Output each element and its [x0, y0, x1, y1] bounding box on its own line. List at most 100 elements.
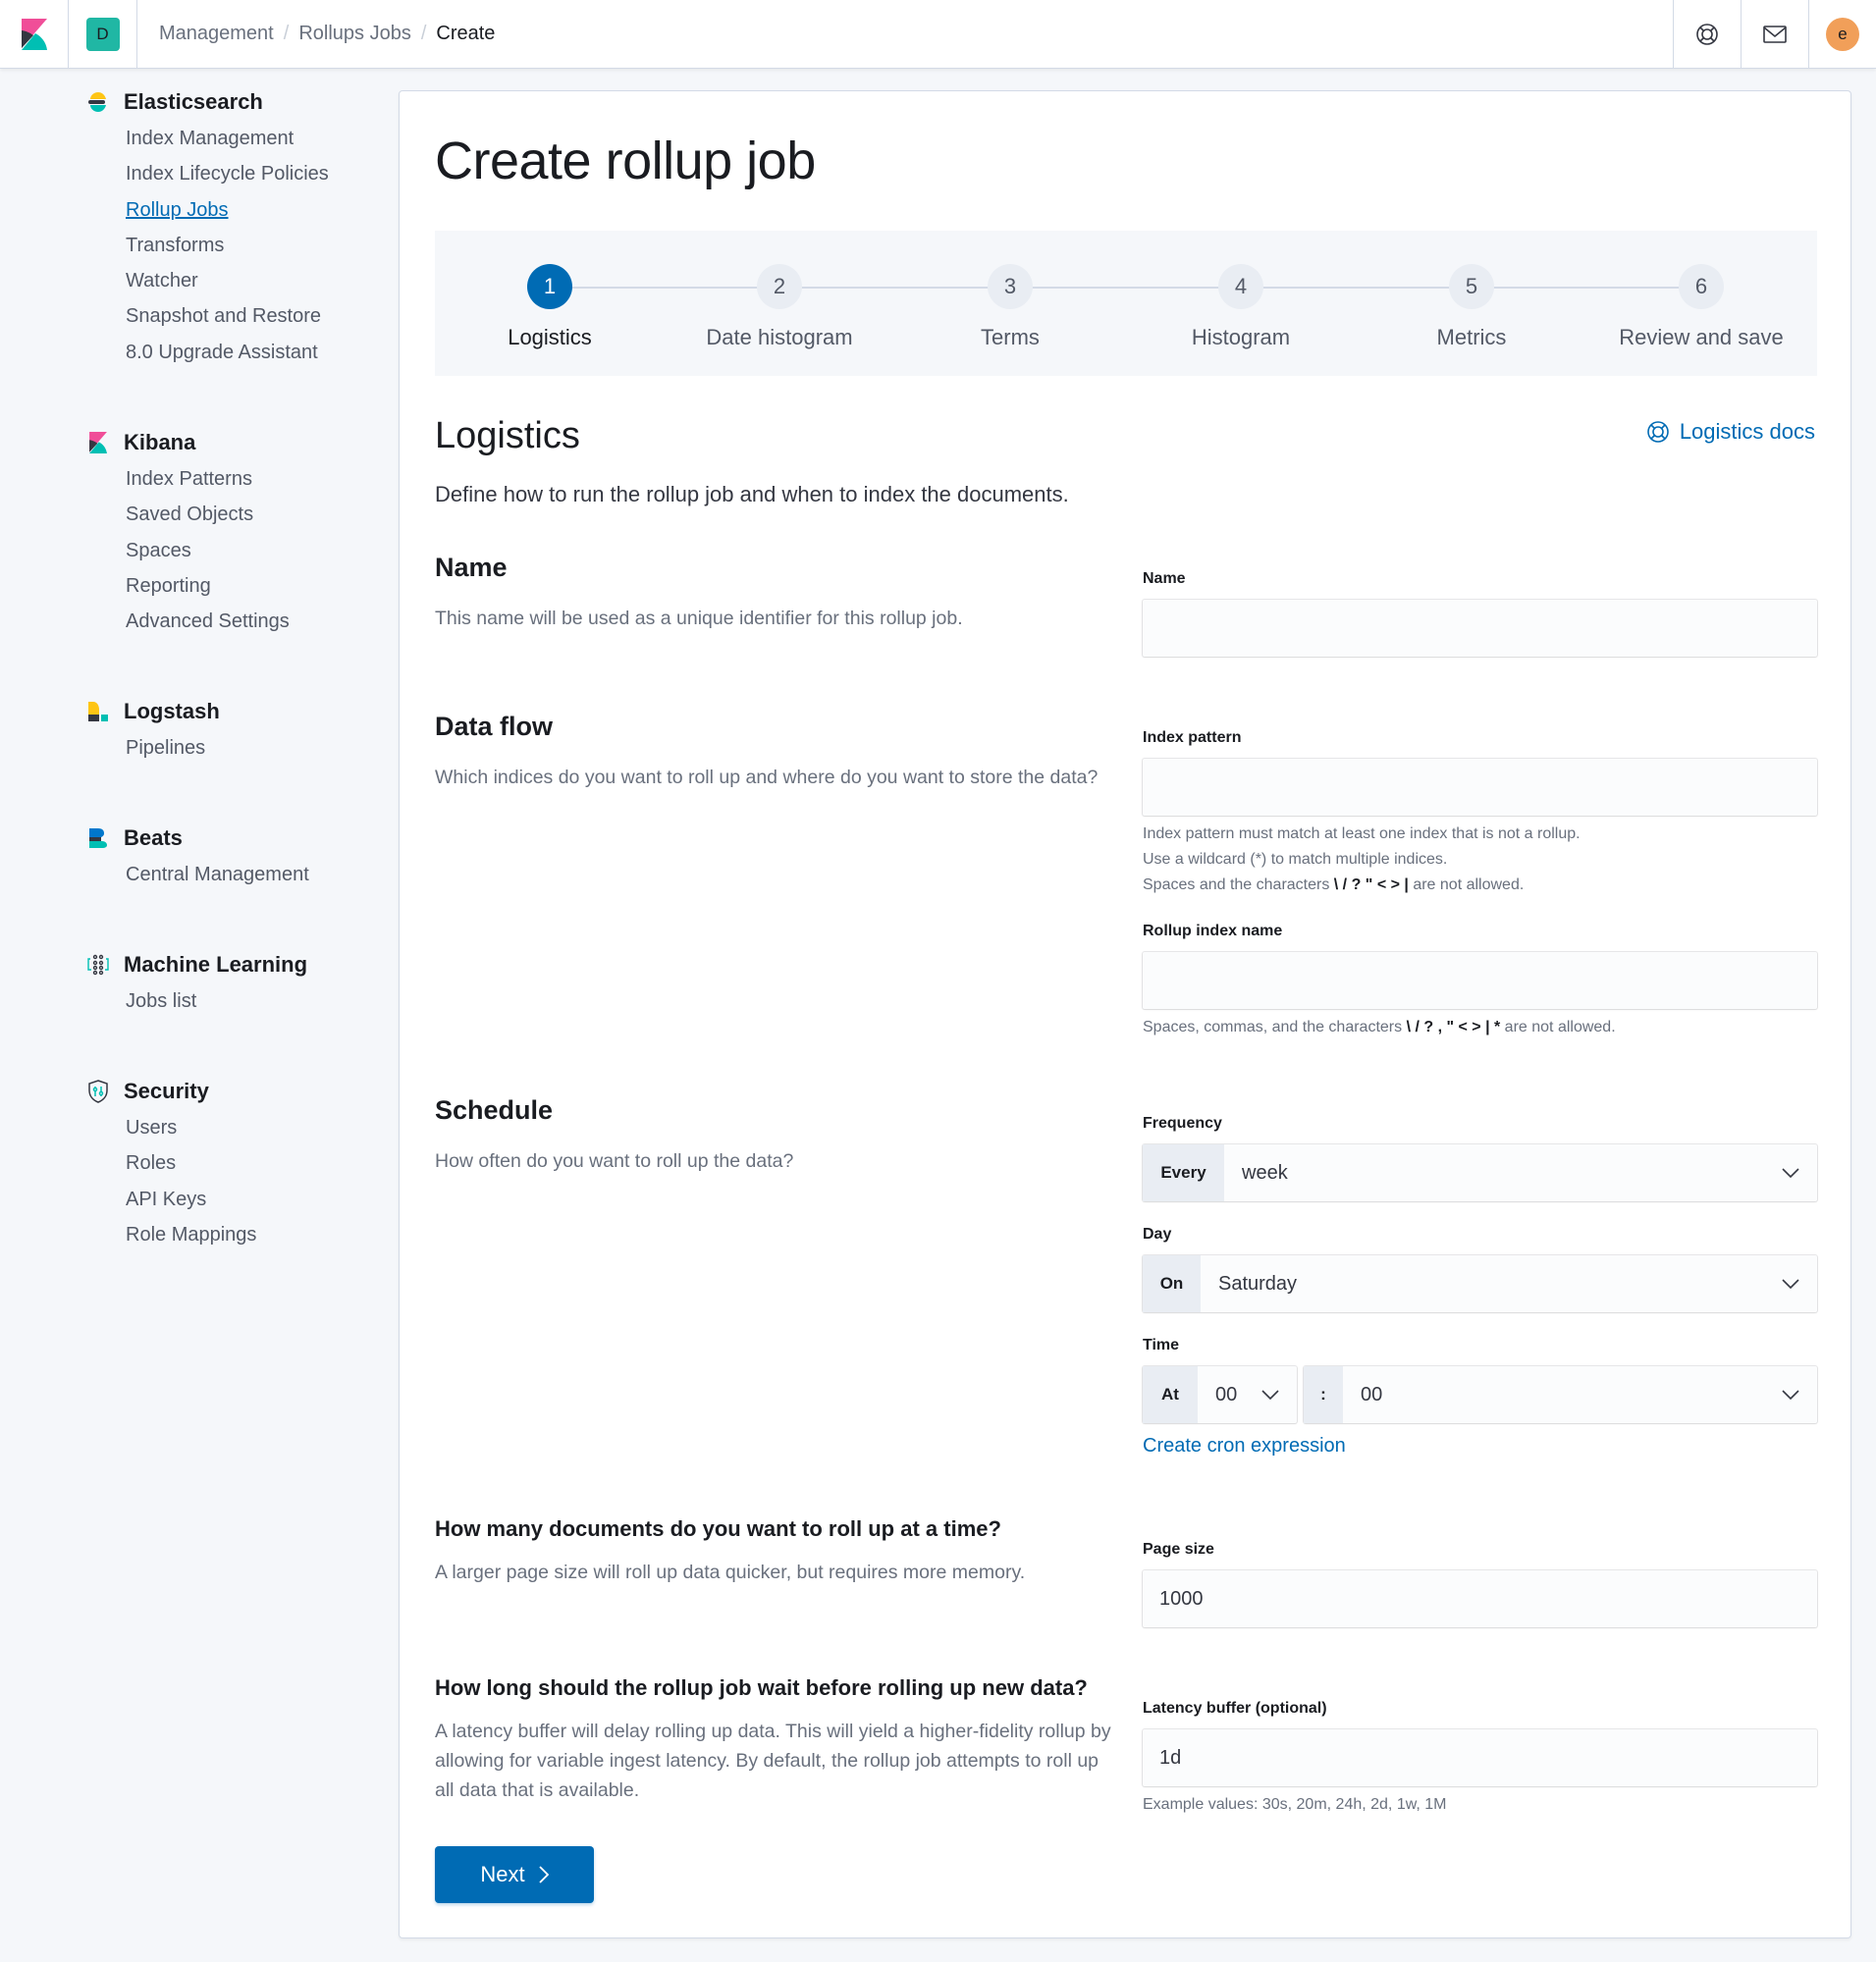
step-number: 5 — [1449, 264, 1494, 309]
nav-group-title: Beats — [124, 825, 183, 850]
security-shield-icon — [86, 1080, 110, 1103]
sidebar-item-central-management[interactable]: Central Management — [126, 857, 309, 892]
nav-group-elasticsearch: Elasticsearch Index Management Index Lif… — [88, 87, 329, 370]
page-size-title: How many documents do you want to roll u… — [435, 1516, 1001, 1541]
sidebar-item-spaces[interactable]: Spaces — [126, 533, 290, 568]
sidebar-item-transforms[interactable]: Transforms — [126, 228, 329, 263]
schedule-description: How often do you want to roll up the dat… — [435, 1150, 794, 1172]
nav-group-title: Security — [124, 1079, 209, 1103]
chevron-down-icon — [1261, 1390, 1279, 1400]
day-select[interactable]: On Saturday — [1143, 1255, 1817, 1312]
sidebar-item-snapshot-restore[interactable]: Snapshot and Restore — [126, 298, 329, 334]
nav-group-security: Security Users Roles API Keys Role Mappi… — [88, 1077, 256, 1252]
logstash-logo-icon — [86, 700, 110, 723]
elasticsearch-logo-icon — [86, 90, 110, 114]
page-size-input[interactable] — [1143, 1570, 1817, 1627]
name-label: Name — [1143, 570, 1186, 587]
sidebar-item-index-management[interactable]: Index Management — [126, 121, 329, 156]
minute-prepend: : — [1304, 1366, 1343, 1423]
step-number: 3 — [988, 264, 1033, 309]
breadcrumb-separator: / — [283, 23, 290, 44]
beats-logo-icon — [86, 826, 110, 850]
latency-label: Latency buffer (optional) — [1143, 1700, 1327, 1717]
day-prepend: On — [1143, 1255, 1201, 1312]
help-line: Index pattern must match at least one in… — [1143, 825, 1581, 842]
section-title: Logistics — [435, 415, 580, 456]
step-logistics[interactable]: 1 Logistics — [435, 264, 665, 350]
day-label: Day — [1143, 1226, 1172, 1243]
sidebar-item-jobs-list[interactable]: Jobs list — [126, 983, 307, 1019]
hour-select[interactable]: At 00 — [1143, 1366, 1297, 1423]
sidebar-item-index-patterns[interactable]: Index Patterns — [126, 461, 290, 497]
sidebar-item-index-lifecycle-policies[interactable]: Index Lifecycle Policies — [126, 156, 329, 191]
latency-description: A latency buffer will delay rolling up d… — [435, 1721, 1111, 1801]
step-terms[interactable]: 3 Terms — [895, 264, 1125, 350]
time-prepend: At — [1143, 1366, 1198, 1423]
user-menu-button[interactable]: e — [1808, 0, 1876, 69]
rollup-index-input[interactable] — [1143, 952, 1817, 1009]
create-cron-expression-link[interactable]: Create cron expression — [1143, 1435, 1346, 1458]
frequency-select[interactable]: Every week — [1143, 1144, 1817, 1201]
main-panel: Create rollup job 1 Logistics 2 Date his… — [399, 90, 1851, 1938]
chevron-down-icon — [1782, 1390, 1799, 1400]
nav-group-beats: Beats Central Management — [89, 823, 309, 892]
step-number: 4 — [1218, 264, 1263, 309]
sidebar-item-pipelines[interactable]: Pipelines — [126, 730, 220, 766]
sidebar-item-rollup-jobs[interactable]: Rollup Jobs — [126, 192, 329, 228]
help-menu-button[interactable] — [1673, 0, 1741, 69]
data-flow-title: Data flow — [435, 712, 554, 741]
kibana-logo-icon — [21, 18, 47, 50]
sidebar-item-upgrade-assistant[interactable]: 8.0 Upgrade Assistant — [126, 335, 329, 370]
space-avatar: D — [85, 17, 120, 51]
rollup-index-help: Spaces, commas, and the characters \ / ?… — [1143, 1019, 1616, 1035]
user-avatar: e — [1826, 18, 1859, 51]
latency-title: How long should the rollup job wait befo… — [435, 1675, 1088, 1700]
breadcrumb-management[interactable]: Management — [159, 23, 274, 45]
sidebar-item-reporting[interactable]: Reporting — [126, 568, 290, 604]
section-description: Define how to run the rollup job and whe… — [435, 482, 1069, 506]
nav-group-title: Machine Learning — [124, 952, 308, 977]
page-title: Create rollup job — [435, 132, 816, 190]
frequency-label: Frequency — [1143, 1115, 1222, 1132]
frequency-value: week — [1242, 1161, 1288, 1184]
minute-select[interactable]: : 00 — [1304, 1366, 1817, 1423]
next-button[interactable]: Next — [435, 1846, 594, 1903]
newsfeed-button[interactable] — [1741, 0, 1808, 69]
nav-group-kibana: Kibana Index Patterns Saved Objects Spac… — [89, 428, 290, 639]
schedule-title: Schedule — [435, 1095, 554, 1125]
name-description: This name will be used as a unique ident… — [435, 608, 963, 629]
newsfeed-mail-icon — [1763, 26, 1787, 43]
index-pattern-input[interactable] — [1143, 759, 1817, 816]
nav-group-title: Logstash — [124, 699, 220, 723]
breadcrumb-rollup-jobs[interactable]: Rollups Jobs — [298, 23, 411, 45]
kibana-home-link[interactable] — [0, 0, 69, 69]
sidebar-item-api-keys[interactable]: API Keys — [126, 1182, 256, 1217]
name-input[interactable] — [1143, 600, 1817, 657]
step-date-histogram[interactable]: 2 Date histogram — [665, 264, 894, 350]
step-label: Date histogram — [706, 325, 853, 349]
rollup-index-label: Rollup index name — [1143, 923, 1283, 939]
sidebar-item-roles[interactable]: Roles — [126, 1145, 256, 1181]
step-number: 1 — [527, 264, 572, 309]
step-number: 2 — [757, 264, 802, 309]
arrow-right-icon — [538, 1866, 549, 1883]
latency-input[interactable] — [1143, 1729, 1817, 1786]
page-size-label: Page size — [1143, 1541, 1214, 1558]
step-label: Terms — [981, 325, 1040, 349]
step-label: Logistics — [508, 325, 592, 349]
data-flow-description: Which indices do you want to roll up and… — [435, 767, 1099, 788]
sidebar-item-advanced-settings[interactable]: Advanced Settings — [126, 604, 290, 639]
space-selector[interactable]: D — [69, 0, 137, 69]
sidebar-item-saved-objects[interactable]: Saved Objects — [126, 497, 290, 532]
name-title: Name — [435, 553, 508, 582]
time-label: Time — [1143, 1337, 1180, 1353]
breadcrumb-separator: / — [420, 23, 427, 44]
frequency-prepend: Every — [1143, 1144, 1224, 1201]
sidebar-item-role-mappings[interactable]: Role Mappings — [126, 1217, 256, 1252]
sidebar-item-watcher[interactable]: Watcher — [126, 263, 329, 298]
next-button-label: Next — [480, 1862, 525, 1886]
minute-value: 00 — [1361, 1383, 1383, 1405]
sidebar-item-users[interactable]: Users — [126, 1110, 256, 1145]
management-sidebar: Elasticsearch Index Management Index Lif… — [0, 70, 393, 1962]
nav-group-title: Elasticsearch — [124, 89, 263, 114]
